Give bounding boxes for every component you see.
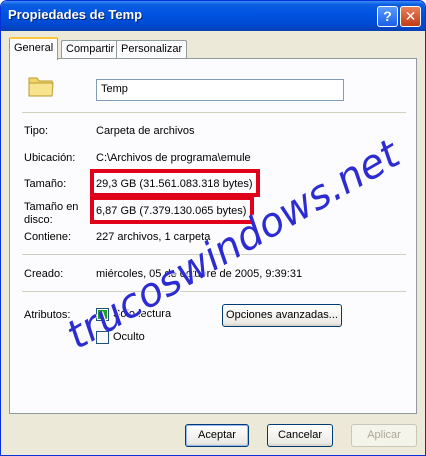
- aceptar-button[interactable]: Aceptar: [185, 424, 249, 447]
- oculto-label: Oculto: [113, 331, 145, 343]
- aplicar-button[interactable]: Aplicar: [351, 424, 417, 447]
- separator: [22, 112, 406, 113]
- properties-window: Propiedades de Temp ? ✕ General Comparti…: [0, 0, 426, 456]
- separator: [22, 254, 406, 255]
- oculto-checkbox[interactable]: [96, 331, 109, 344]
- tab-strip: General Compartir Personalizar: [9, 37, 419, 60]
- tamano-disco-label-1: Tamaño en: [24, 201, 79, 213]
- atributos-label: Atributos:: [24, 309, 71, 321]
- tamano-disco-highlight-box: [90, 196, 254, 224]
- tab-compartir[interactable]: Compartir: [61, 40, 120, 59]
- title-bar[interactable]: Propiedades de Temp ? ✕: [1, 1, 425, 31]
- tab-personalizar[interactable]: Personalizar: [116, 40, 188, 59]
- help-button[interactable]: ?: [377, 6, 398, 27]
- creado-label: Creado:: [24, 268, 64, 280]
- contiene-value: 227 archivos, 1 carpeta: [96, 231, 211, 243]
- close-button[interactable]: ✕: [400, 6, 421, 27]
- solo-lectura-checkbox[interactable]: [96, 308, 109, 321]
- cancelar-button[interactable]: Cancelar: [267, 424, 333, 447]
- solo-lectura-label: Sólo lectura: [113, 308, 172, 320]
- folder-name-input[interactable]: Temp: [96, 79, 344, 101]
- window-title: Propiedades de Temp: [8, 7, 143, 22]
- folder-icon: [28, 77, 54, 97]
- tipo-label: Tipo:: [24, 125, 49, 137]
- ubicacion-value: C:\Archivos de programa\emule: [96, 152, 251, 164]
- contiene-label: Contiene:: [24, 231, 72, 243]
- opciones-avanzadas-button[interactable]: Opciones avanzadas...: [222, 304, 342, 327]
- tamano-disco-label-2: disco:: [24, 214, 53, 226]
- tamano-label: Tamaño:: [24, 178, 67, 190]
- tamano-highlight-box: [90, 169, 260, 197]
- tab-general[interactable]: General: [9, 37, 59, 60]
- creado-value: miércoles, 05 de octubre de 2005, 9:39:3…: [96, 268, 303, 280]
- tipo-value: Carpeta de archivos: [96, 125, 195, 137]
- ubicacion-label: Ubicación:: [24, 152, 76, 164]
- general-panel: Temp Tipo: Carpeta de archivos Ubicación…: [9, 58, 417, 414]
- separator: [22, 291, 406, 292]
